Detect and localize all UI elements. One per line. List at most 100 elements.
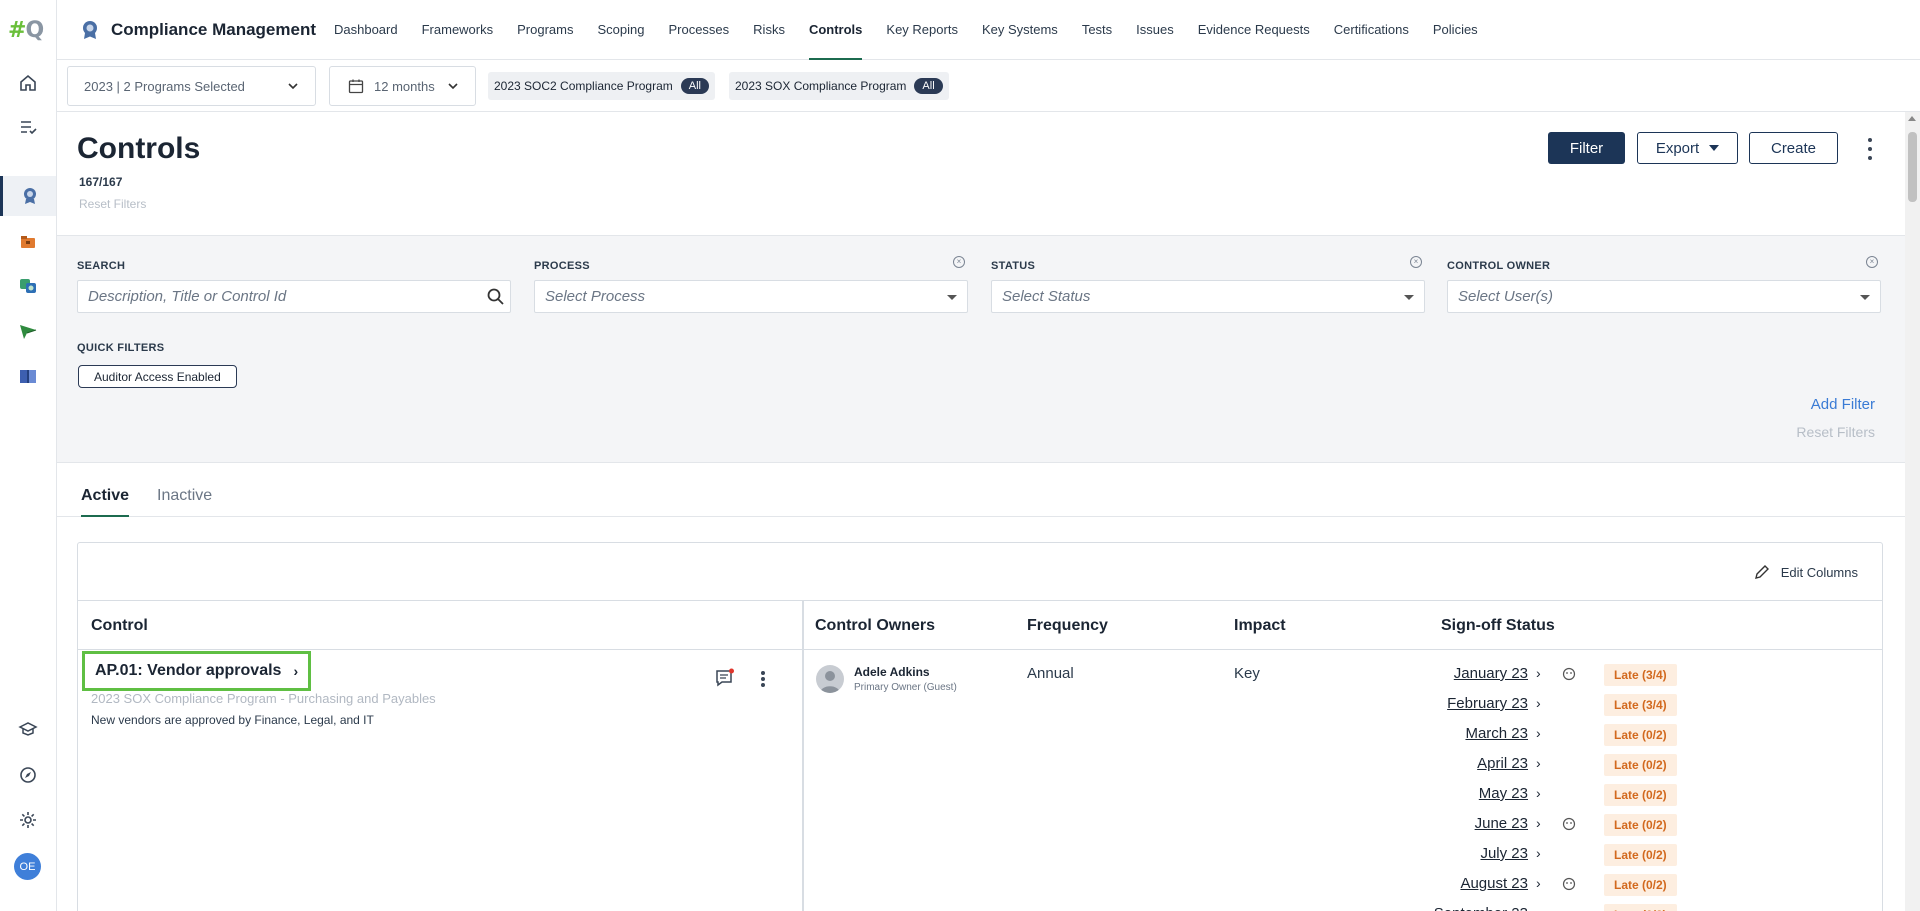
comment-icon[interactable] <box>714 667 736 689</box>
column-header-impact[interactable]: Impact <box>1234 617 1286 635</box>
chevron-right-icon[interactable]: › <box>1536 755 1541 771</box>
nav-dashboard[interactable]: Dashboard <box>334 0 398 60</box>
clear-status-icon[interactable]: × <box>1410 256 1422 268</box>
process-label: PROCESS <box>534 260 590 272</box>
signoff-month-link[interactable]: June 23 <box>1475 815 1528 832</box>
chevron-right-icon[interactable]: › <box>1536 665 1541 681</box>
nav-issues[interactable]: Issues <box>1136 0 1174 60</box>
chevron-right-icon[interactable]: › <box>1536 845 1541 861</box>
reset-filters-link[interactable]: Reset Filters <box>1796 424 1875 440</box>
pencil-icon <box>1754 565 1769 579</box>
scrollbar-thumb[interactable] <box>1908 132 1917 202</box>
nav-key-systems[interactable]: Key Systems <box>982 0 1058 60</box>
chevron-right-icon[interactable]: › <box>1536 815 1541 831</box>
program-select[interactable]: 2023 | 2 Programs Selected <box>67 66 316 106</box>
user-avatar[interactable]: OE <box>14 853 41 880</box>
signoff-month-link[interactable]: May 23 <box>1479 785 1528 802</box>
nav-policies[interactable]: Policies <box>1433 0 1478 60</box>
nav-certifications[interactable]: Certifications <box>1334 0 1409 60</box>
table-toolbar: Edit Columns <box>78 543 1882 601</box>
nav-scoping[interactable]: Scoping <box>597 0 644 60</box>
tasks-icon[interactable] <box>0 107 56 147</box>
caret-down-icon <box>1860 295 1870 300</box>
nav-risks[interactable]: Risks <box>753 0 785 60</box>
owner-name[interactable]: Adele Adkins <box>854 665 930 679</box>
reset-filters-link[interactable]: Reset Filters <box>79 197 146 211</box>
nav-key-reports[interactable]: Key Reports <box>886 0 958 60</box>
page-header: Controls 167/167 Reset Filters Filter Ex… <box>57 112 1905 236</box>
nav-programs[interactable]: Programs <box>517 0 573 60</box>
add-filter-link[interactable]: Add Filter <box>1811 396 1875 413</box>
tab-inactive[interactable]: Inactive <box>157 487 212 515</box>
learn-icon[interactable] <box>0 709 56 749</box>
period-select[interactable]: 12 months <box>329 66 476 106</box>
late-status-badge[interactable]: Late (0/2) <box>1604 784 1677 806</box>
comment-face-icon[interactable] <box>1562 667 1576 681</box>
column-header-owners[interactable]: Control Owners <box>815 617 935 635</box>
edit-columns-button[interactable]: Edit Columns <box>1753 563 1858 581</box>
brand[interactable]: Compliance Management <box>79 19 316 41</box>
quick-filter-auditor-access[interactable]: Auditor Access Enabled <box>78 365 237 388</box>
more-options-icon[interactable] <box>1860 138 1880 160</box>
program-chip-sox[interactable]: 2023 SOX Compliance Program All <box>729 72 949 100</box>
nav-frameworks[interactable]: Frameworks <box>422 0 494 60</box>
sync-icon[interactable] <box>0 266 56 306</box>
late-status-badge[interactable]: Late (3/4) <box>1604 664 1677 686</box>
late-status-badge[interactable]: Late (0/2) <box>1604 724 1677 746</box>
clear-owner-icon[interactable]: × <box>1866 256 1878 268</box>
signoff-month-link[interactable]: September 23 <box>1434 905 1528 911</box>
late-status-badge[interactable]: Late (0/2) <box>1604 904 1677 911</box>
search-input[interactable]: Description, Title or Control Id <box>77 280 511 313</box>
chevron-right-icon[interactable]: › <box>1536 785 1541 801</box>
chevron-right-icon[interactable]: › <box>1536 905 1541 911</box>
comment-face-icon[interactable] <box>1562 877 1576 891</box>
nav-tests[interactable]: Tests <box>1082 0 1112 60</box>
nav-evidence-requests[interactable]: Evidence Requests <box>1198 0 1310 60</box>
signoff-month-link[interactable]: January 23 <box>1454 665 1528 682</box>
program-chip-label: 2023 SOX Compliance Program <box>735 79 907 93</box>
signoff-month-link[interactable]: February 23 <box>1447 695 1528 712</box>
clear-process-icon[interactable]: × <box>953 256 965 268</box>
tab-active[interactable]: Active <box>81 487 130 517</box>
column-header-signoff[interactable]: Sign-off Status <box>1441 617 1555 635</box>
home-icon[interactable] <box>0 63 56 103</box>
process-select[interactable]: Select Process <box>534 280 968 313</box>
chevron-right-icon[interactable]: › <box>1536 875 1541 891</box>
signoff-row: September 23 › Late (0/2) <box>1358 904 1778 911</box>
control-title-link[interactable]: AP.01: Vendor approvals › <box>82 651 312 691</box>
late-status-badge[interactable]: Late (0/2) <box>1604 754 1677 776</box>
chevron-right-icon[interactable]: › <box>1536 695 1541 711</box>
row-more-options-icon[interactable] <box>760 671 766 687</box>
send-icon[interactable] <box>0 311 56 351</box>
create-button[interactable]: Create <box>1749 132 1838 164</box>
chevron-right-icon[interactable]: › <box>1536 725 1541 741</box>
nav-processes[interactable]: Processes <box>668 0 729 60</box>
column-header-control[interactable]: Control <box>91 617 148 635</box>
late-status-badge[interactable]: Late (0/2) <box>1604 814 1677 836</box>
scroll-up-icon[interactable] <box>1908 116 1916 121</box>
signoff-month-link[interactable]: August 23 <box>1460 875 1528 892</box>
book-icon[interactable] <box>0 356 56 396</box>
filter-button[interactable]: Filter <box>1548 132 1625 164</box>
signoff-month-link[interactable]: July 23 <box>1480 845 1528 862</box>
search-icon[interactable] <box>486 287 506 307</box>
late-status-badge[interactable]: Late (0/2) <box>1604 874 1677 896</box>
program-chip-soc2[interactable]: 2023 SOC2 Compliance Program All <box>488 72 715 100</box>
signoff-month-link[interactable]: April 23 <box>1477 755 1528 772</box>
status-select[interactable]: Select Status <box>991 280 1425 313</box>
controls-table: Edit Columns Control Control Owners Freq… <box>77 542 1883 911</box>
comment-face-icon[interactable] <box>1562 817 1576 831</box>
app-logo[interactable]: #Q <box>8 18 48 43</box>
export-button[interactable]: Export <box>1637 132 1738 164</box>
column-header-frequency[interactable]: Frequency <box>1027 617 1108 635</box>
gear-icon[interactable] <box>0 800 56 840</box>
compass-icon[interactable] <box>0 755 56 795</box>
late-status-badge[interactable]: Late (0/2) <box>1604 844 1677 866</box>
nav-controls[interactable]: Controls <box>808 0 863 60</box>
late-status-badge[interactable]: Late (3/4) <box>1604 694 1677 716</box>
signoff-month-link[interactable]: March 23 <box>1465 725 1528 742</box>
folder-icon[interactable] <box>0 222 56 262</box>
control-owner-select[interactable]: Select User(s) <box>1447 280 1881 313</box>
page-scrollbar[interactable] <box>1905 112 1920 911</box>
compliance-badge-icon[interactable] <box>0 176 56 216</box>
